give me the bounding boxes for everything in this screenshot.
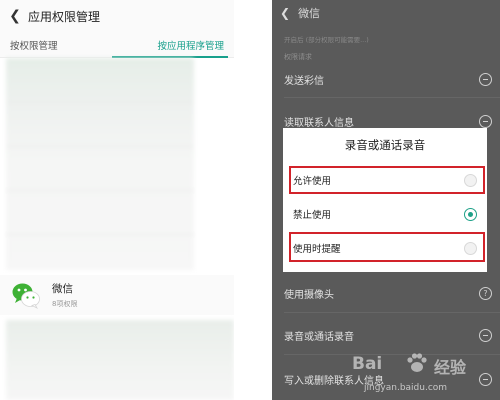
minus-circle-icon[interactable] bbox=[479, 114, 492, 128]
minus-circle-icon[interactable] bbox=[479, 328, 492, 342]
tab-bar: 按权限管理 按应用程序管理 bbox=[0, 32, 234, 58]
chevron-left-icon[interactable]: ❮ bbox=[280, 6, 290, 20]
top-bar: ❮ 微信 bbox=[272, 0, 500, 26]
top-bar: ❮ 应用权限管理 bbox=[0, 0, 234, 32]
list-item-wechat[interactable]: 微信 8项权限 bbox=[0, 275, 234, 315]
baidu-jingyan-watermark: Bai 经验 jingyan.baidu.com bbox=[352, 350, 492, 398]
blurred-app-list bbox=[6, 58, 194, 270]
option-label: 禁止使用 bbox=[293, 210, 332, 221]
permission-choice-dialog: 录音或通话录音 允许使用 禁止使用 使用时提醒 bbox=[283, 128, 487, 272]
tab-by-app[interactable]: 按应用程序管理 bbox=[112, 32, 234, 58]
option-deny[interactable]: 禁止使用 bbox=[283, 198, 487, 230]
question-circle-icon[interactable]: ? bbox=[479, 286, 492, 300]
dialog-title: 录音或通话录音 bbox=[344, 138, 426, 152]
permission-label: 发送彩信 bbox=[284, 75, 324, 87]
highlight-box bbox=[289, 166, 485, 194]
highlight-box bbox=[289, 232, 485, 262]
tab-by-permission[interactable]: 按权限管理 bbox=[0, 32, 112, 57]
blurred-app-list-lower bbox=[6, 320, 234, 400]
permission-row-send-mms[interactable]: 发送彩信 bbox=[272, 66, 500, 92]
watermark-url: jingyan.baidu.com bbox=[364, 383, 448, 393]
app-info: 微信 8项权限 bbox=[52, 281, 77, 309]
watermark-brand-tail: 经验 bbox=[434, 358, 467, 377]
watermark-brand: Bai bbox=[352, 354, 383, 374]
page-title: 微信 bbox=[298, 7, 321, 20]
wechat-permission-screen: ❮ 微信 开启后 (部分权限可能需要...) 权限请求 发送彩信 读取联系人信息… bbox=[272, 0, 500, 400]
permission-row-record-audio[interactable]: 录音或通话录音 bbox=[272, 322, 500, 348]
permission-label: 使用摄像头 bbox=[284, 289, 334, 301]
chevron-left-icon[interactable]: ❮ bbox=[8, 8, 22, 24]
permission-row-camera[interactable]: 使用摄像头 ? bbox=[272, 280, 500, 306]
radio-button-selected[interactable] bbox=[464, 207, 477, 221]
permission-label: 读取联系人信息 bbox=[284, 117, 354, 129]
page-title: 应用权限管理 bbox=[28, 9, 101, 24]
app-name: 微信 bbox=[52, 283, 73, 295]
app-permission-count: 8项权限 bbox=[52, 300, 78, 308]
section-label: 权限请求 bbox=[284, 53, 312, 61]
faint-description: 开启后 (部分权限可能需要...) bbox=[284, 36, 369, 44]
permission-label: 录音或通话录音 bbox=[284, 331, 354, 343]
minus-circle-icon[interactable] bbox=[479, 72, 492, 86]
paw-icon bbox=[407, 353, 427, 372]
app-permissions-screen: ❮ 应用权限管理 按权限管理 按应用程序管理 微信 8项权限 bbox=[0, 0, 234, 400]
wechat-icon bbox=[10, 279, 42, 311]
